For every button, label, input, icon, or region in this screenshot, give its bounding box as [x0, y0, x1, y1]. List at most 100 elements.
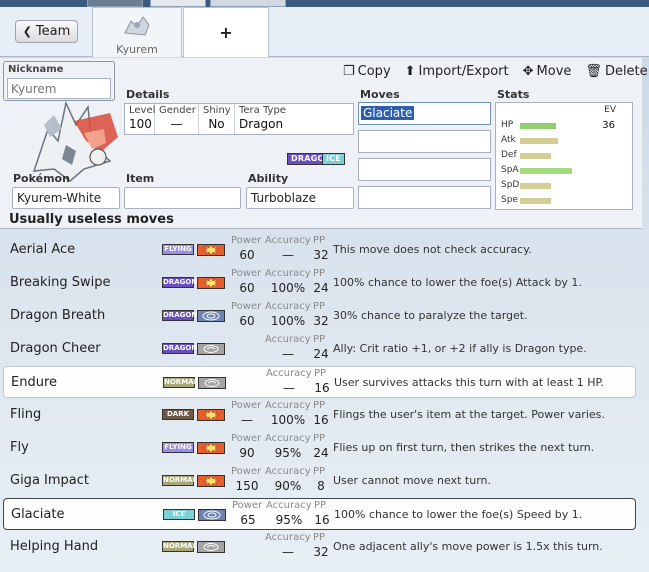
accuracy-caption: Accuracy	[265, 466, 311, 477]
power-caption: Power	[231, 400, 262, 411]
move-description: One adjacent ally's move power is 1.5x t…	[333, 540, 603, 553]
move-slot-4[interactable]	[358, 186, 491, 209]
move-description: Ally: Crit ratio +1, or +2 if ally is Dr…	[333, 342, 587, 355]
copy-label: Copy	[357, 64, 391, 79]
ability-field[interactable]: Turboblaze	[246, 187, 354, 209]
pokemon-label: Pokémon	[13, 172, 70, 185]
stat-name: Spe	[501, 195, 518, 205]
power-caption: Power	[231, 466, 262, 477]
team-slot-name: Kyurem	[116, 43, 158, 56]
moves-label: Moves	[360, 88, 400, 101]
move-row-dragon-cheer[interactable]: Dragon Cheer DRAGON Accuracy — PP 24 Ally: Cri…	[3, 333, 636, 365]
accuracy-caption: Accuracy	[265, 400, 311, 411]
move-type-badge: DRAGON	[162, 277, 198, 288]
team-slot-kyurem[interactable]: Kyurem	[92, 7, 182, 57]
stat-ev: 36	[602, 120, 615, 131]
move-pp: 24	[313, 446, 329, 460]
pp-caption: PP	[313, 235, 326, 246]
stat-row-hp: HP 36	[496, 120, 632, 133]
move-row-aerial-ace[interactable]: Aerial Ace FLYING Power 60 Accuracy — PP 32 This…	[3, 234, 636, 266]
import-export-label: Import/Export	[418, 64, 509, 79]
power-caption: Power	[231, 235, 262, 246]
status-swirl-icon	[204, 379, 220, 387]
move-description: 100% chance to lower the foe(s) Attack b…	[333, 276, 582, 289]
ev-header: EV	[604, 105, 616, 115]
move-slot-2[interactable]	[358, 130, 491, 153]
stat-row-spe: Spe	[496, 195, 632, 208]
item-field[interactable]	[124, 187, 241, 209]
move-pp: 32	[313, 248, 329, 262]
move-row-fly[interactable]: Fly FLYING Power 90 Accuracy 95% PP 24 Flies up …	[3, 432, 636, 464]
upload-icon: ⬆	[404, 64, 416, 79]
pp-caption: PP	[313, 334, 326, 345]
stat-name: SpA	[501, 165, 519, 175]
copy-button[interactable]: ❐ Copy	[343, 64, 391, 79]
stat-name: Atk	[501, 135, 516, 145]
shiny-value: No	[208, 117, 225, 131]
move-type-badge: ICE	[163, 509, 195, 520]
power-caption: Power	[232, 500, 263, 511]
move-accuracy: 95%	[274, 446, 302, 460]
pp-caption: PP	[314, 368, 327, 379]
move-accuracy: —	[282, 545, 294, 559]
stat-row-spd: SpD	[496, 180, 632, 193]
stat-bar	[520, 123, 556, 129]
details-label: Details	[126, 88, 170, 101]
move-list-header: Usually useless moves	[0, 212, 642, 229]
move-row-dragon-breath[interactable]: Dragon Breath DRAGON Power 60 Accuracy 100% PP…	[3, 300, 636, 332]
move-name: Helping Hand	[10, 539, 99, 554]
move-slot-1[interactable]: Glaciate	[358, 102, 491, 125]
pokemon-field[interactable]: Kyurem-White	[12, 187, 120, 209]
details-box[interactable]: Level 100 Gender — Shiny No Tera Type Dr…	[124, 103, 354, 135]
import-export-button[interactable]: ⬆ Import/Export	[405, 64, 509, 79]
power-caption: Power	[231, 433, 262, 444]
move-type-badge: DRAGON	[162, 310, 198, 321]
nickname-input[interactable]	[7, 78, 111, 99]
pokemon-editor-panel: Nickname Details Level 100 Gender — Shin…	[0, 58, 648, 214]
move-name: Giga Impact	[10, 473, 89, 488]
move-button[interactable]: ✥ Move	[523, 64, 572, 79]
move-category-physical	[197, 475, 225, 487]
move-type-badge: FLYING	[162, 244, 194, 255]
move-category-physical	[197, 442, 225, 454]
move-name: Aerial Ace	[10, 242, 76, 257]
physical-burst-icon	[202, 443, 220, 453]
stat-row-atk: Atk	[496, 135, 632, 148]
accuracy-caption: Accuracy	[265, 532, 311, 543]
move-row-helping-hand[interactable]: Helping Hand NORMAL Accuracy — PP 32 One adjac…	[3, 531, 636, 563]
back-to-team-button[interactable]: ❮ Team	[15, 20, 78, 43]
pp-caption: PP	[313, 466, 326, 477]
move-pp: 32	[313, 314, 329, 328]
move-description: User cannot move next turn.	[333, 474, 492, 487]
tab-prev[interactable]	[87, 0, 143, 7]
move-type-badge: DRAGON	[162, 343, 198, 354]
level-value: 100	[129, 117, 152, 131]
move-slot-3[interactable]	[358, 158, 491, 181]
move-type-badge: NORMAL	[162, 475, 198, 486]
move-row-giga-impact[interactable]: Giga Impact NORMAL Power 150 Accuracy 90% PP 8 U…	[3, 465, 636, 497]
move-power: —	[241, 413, 253, 427]
delete-button[interactable]: 🗑 Delete	[585, 64, 647, 79]
physical-burst-icon	[202, 410, 220, 420]
move-row-breaking-swipe[interactable]: Breaking Swipe DRAGON Power 60 Accuracy 100% P…	[3, 267, 636, 299]
move-description: 30% chance to paralyze the target.	[333, 309, 528, 322]
stat-bar	[520, 138, 558, 144]
tera-value: Dragon	[239, 117, 284, 131]
stats-panel[interactable]: EV HP 36 Atk Def SpA SpD Spe	[495, 102, 633, 210]
stat-bar	[520, 183, 551, 189]
move-category-special	[197, 310, 225, 322]
move-arrows-icon: ✥	[522, 64, 534, 79]
move-description: User survives attacks this turn with at …	[334, 376, 604, 389]
tab-teambuilder[interactable]	[210, 0, 286, 7]
move-accuracy: 95%	[275, 513, 303, 527]
move-power: 60	[239, 248, 255, 262]
move-accuracy: 100%	[270, 413, 306, 427]
move-row-fling[interactable]: Fling DARK Power — Accuracy 100% PP 16 Flings th…	[3, 399, 636, 431]
move-description: This move does not check accuracy.	[333, 243, 532, 256]
tab-home[interactable]	[150, 0, 206, 7]
move-pp: 24	[313, 347, 329, 361]
move-row-glaciate[interactable]: Glaciate ICE Power 65 Accuracy 95% PP 16 100% ch…	[3, 498, 636, 530]
move-row-endure[interactable]: Endure NORMAL Accuracy — PP 16 User survives a…	[3, 366, 636, 398]
accuracy-caption: Accuracy	[266, 500, 312, 511]
add-pokemon-slot[interactable]: +	[183, 7, 269, 57]
